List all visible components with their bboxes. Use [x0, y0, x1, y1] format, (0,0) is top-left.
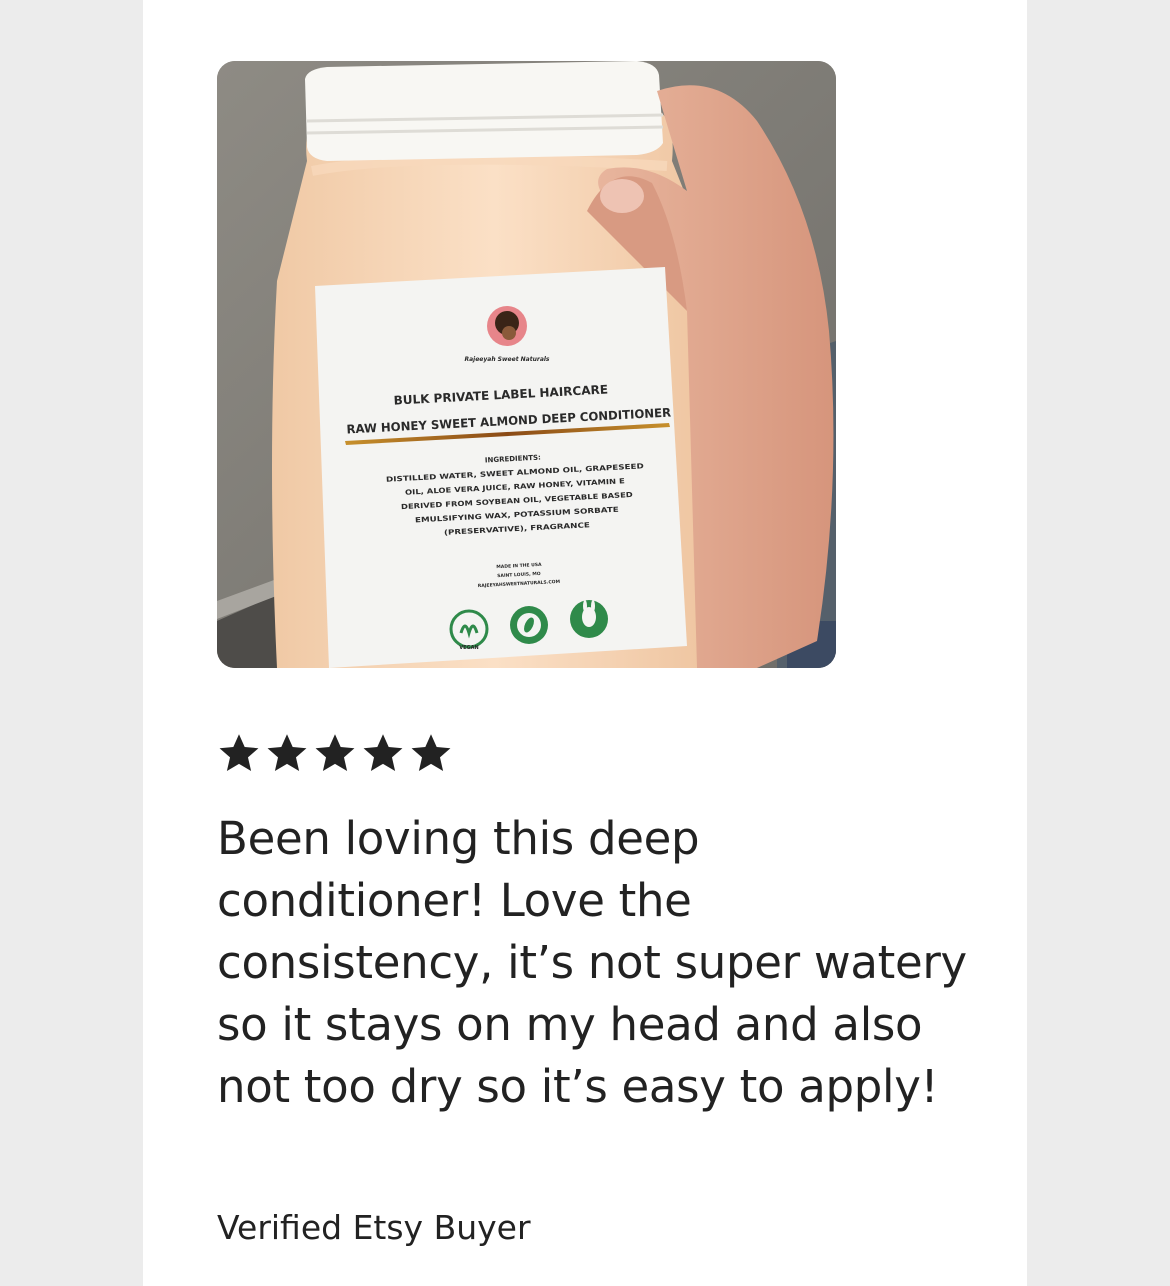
reviewer-name: Verified Etsy Buyer: [217, 1208, 531, 1247]
star-icon: [315, 734, 355, 771]
cruelty-free-badge-icon: [570, 600, 608, 638]
star-icon: [411, 734, 451, 771]
star-icon: [219, 734, 259, 771]
review-text: Been loving this deep conditioner! Love …: [217, 812, 967, 1113]
organic-badge-icon: [510, 606, 548, 644]
review-photo[interactable]: Rajeeyah Sweet Naturals BULK PRIVATE LAB…: [217, 61, 836, 668]
label-brand: Rajeeyah Sweet Naturals: [465, 356, 550, 363]
product-jar-illustration: Rajeeyah Sweet Naturals BULK PRIVATE LAB…: [217, 61, 836, 668]
badge-vegan-label: VEGAN: [459, 645, 478, 651]
star-rating: [217, 731, 453, 777]
star-icon: [363, 734, 403, 771]
star-icon: [267, 734, 307, 771]
review-card: Rajeeyah Sweet Naturals BULK PRIVATE LAB…: [143, 0, 1027, 1286]
